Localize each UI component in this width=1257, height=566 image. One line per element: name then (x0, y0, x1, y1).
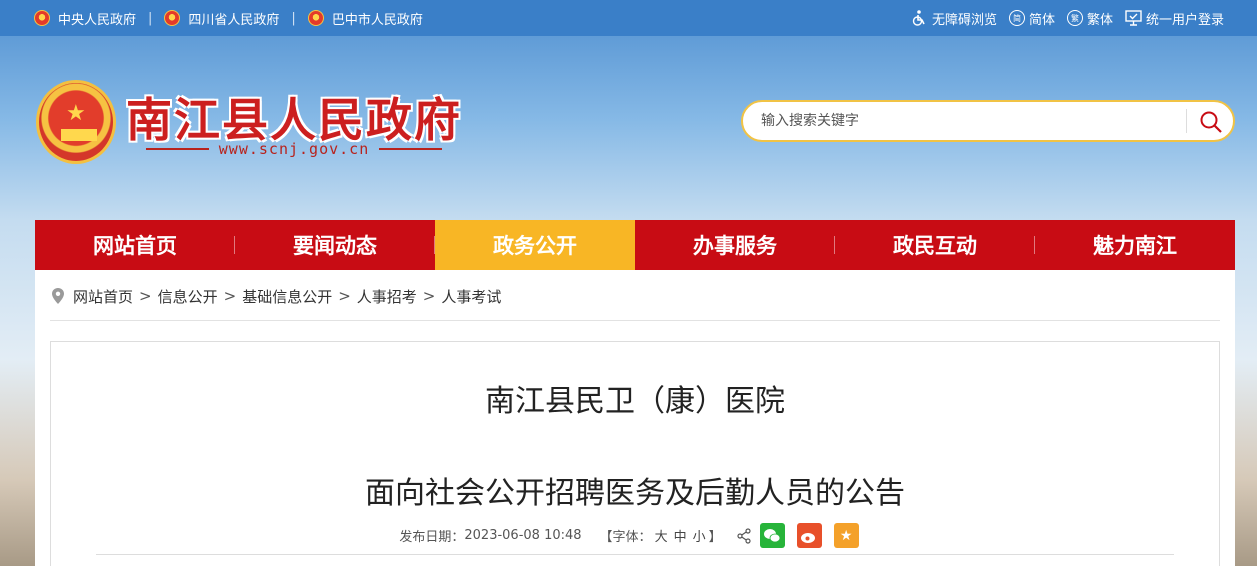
traditional-label: 繁体 (1086, 12, 1113, 28)
nav-item-interaction[interactable]: 政民互动 (835, 220, 1035, 270)
top-link-bazhong-gov[interactable]: 巴中市人民政府 (307, 9, 423, 28)
breadcrumb-home[interactable]: 网站首页 (73, 286, 133, 307)
font-size-small[interactable]: 小 (693, 526, 706, 545)
nav-item-charm[interactable]: 魅力南江 (1035, 220, 1235, 270)
wechat-icon (764, 528, 781, 542)
top-link-label: 巴中市人民政府 (331, 12, 423, 28)
nav-item-label: 魅力南江 (1093, 234, 1177, 258)
accessibility-label: 无障碍浏览 (931, 12, 997, 28)
content-panel: 网站首页 > 信息公开 > 基础信息公开 > 人事招考 > 人事考试 南江县民卫… (35, 270, 1235, 566)
search-input[interactable] (761, 102, 1181, 140)
nav-item-label: 政务公开 (493, 234, 577, 258)
site-url: www.scnj.gov.cn (218, 140, 370, 158)
weibo-share-button[interactable] (796, 523, 822, 548)
simplified-icon: 简 (1008, 10, 1025, 26)
breadcrumb-info-public[interactable]: 信息公开 (158, 286, 218, 307)
nav-item-services[interactable]: 办事服务 (635, 220, 835, 270)
top-links: 中央人民政府 | 四川省人民政府 | 巴中市人民政府 (34, 0, 423, 36)
favorite-share-button[interactable]: ★ (833, 523, 859, 548)
separator: | (148, 10, 153, 26)
user-login-link[interactable]: 统一用户登录 (1125, 9, 1224, 28)
traditional-chinese-link[interactable]: 繁 繁体 (1066, 9, 1113, 28)
top-link-label: 中央人民政府 (58, 12, 137, 28)
simplified-label: 简体 (1028, 12, 1055, 28)
nav-item-news[interactable]: 要闻动态 (235, 220, 435, 270)
breadcrumb-exam[interactable]: 人事考试 (441, 286, 501, 307)
search-box (741, 100, 1235, 142)
breadcrumb-arrow: > (139, 287, 152, 305)
national-emblem-logo: ★ (36, 80, 116, 164)
article-title-line1: 南江县民卫（康）医院 (485, 384, 785, 419)
breadcrumb: 网站首页 > 信息公开 > 基础信息公开 > 人事招考 > 人事考试 (51, 270, 501, 322)
breadcrumb-recruitment[interactable]: 人事招考 (357, 286, 417, 307)
publish-date: 2023-06-08 10:48 (464, 528, 582, 543)
publish-date-label: 发布日期： (399, 530, 465, 545)
divider (50, 320, 1220, 321)
main-nav: 网站首页 要闻动态 政务公开 办事服务 政民互动 魅力南江 (35, 220, 1235, 270)
user-login-label: 统一用户登录 (1145, 12, 1224, 28)
accessibility-link[interactable]: 无障碍浏览 (910, 9, 997, 28)
wheelchair-icon (912, 10, 925, 26)
site-url-row: www.scnj.gov.cn (146, 140, 442, 158)
top-link-label: 四川省人民政府 (188, 12, 280, 28)
traditional-icon: 繁 (1066, 10, 1083, 26)
emblem-icon (307, 10, 324, 26)
divider (96, 554, 1174, 555)
nav-item-home[interactable]: 网站首页 (35, 220, 235, 270)
font-size-label: 【字体： (599, 530, 652, 545)
nav-item-label: 政民互动 (893, 234, 977, 258)
font-size-close: 】 (708, 530, 722, 545)
location-pin-icon (52, 288, 64, 304)
top-tools: 无障碍浏览 简 简体 繁 繁体 统一用户登录 (898, 0, 1224, 36)
monitor-icon (1125, 10, 1142, 26)
simplified-chinese-link[interactable]: 简 简体 (1008, 9, 1055, 28)
nav-item-label: 办事服务 (693, 234, 777, 258)
article-meta: 发布日期： 2023-06-08 10:48 【字体： 大 中 小 】 ★ (51, 523, 1219, 548)
nav-item-gov-affairs[interactable]: 政务公开 (435, 220, 635, 270)
wechat-share-button[interactable] (759, 523, 785, 548)
emblem-icon (34, 10, 50, 26)
emblem-icon (164, 10, 181, 26)
star-icon: ★ (66, 101, 86, 126)
breadcrumb-arrow: > (338, 287, 351, 305)
article-title-line2: 面向社会公开招聘医务及后勤人员的公告 (365, 476, 905, 511)
top-bar: 中央人民政府 | 四川省人民政府 | 巴中市人民政府 无障碍浏览 简 简体 繁 (0, 0, 1257, 36)
font-size-medium[interactable]: 中 (674, 526, 687, 545)
star-icon: ★ (839, 527, 853, 544)
breadcrumb-basic-info[interactable]: 基础信息公开 (242, 286, 332, 307)
font-size-large[interactable]: 大 (655, 526, 668, 545)
search-divider (1186, 109, 1187, 133)
breadcrumb-arrow: > (223, 287, 237, 305)
search-icon[interactable] (1199, 110, 1223, 134)
nav-item-label: 要闻动态 (293, 234, 377, 258)
breadcrumb-arrow: > (422, 287, 436, 305)
divider (379, 148, 442, 150)
top-link-central-gov[interactable]: 中央人民政府 (34, 9, 136, 28)
divider (146, 148, 209, 150)
weibo-icon (801, 532, 816, 543)
article: 南江县民卫（康）医院 面向社会公开招聘医务及后勤人员的公告 发布日期： 2023… (50, 341, 1220, 566)
nav-item-label: 网站首页 (93, 234, 177, 258)
top-link-sichuan-gov[interactable]: 四川省人民政府 (164, 9, 279, 28)
gate-icon (61, 129, 97, 141)
share-icon (737, 527, 751, 544)
separator: | (291, 10, 296, 26)
